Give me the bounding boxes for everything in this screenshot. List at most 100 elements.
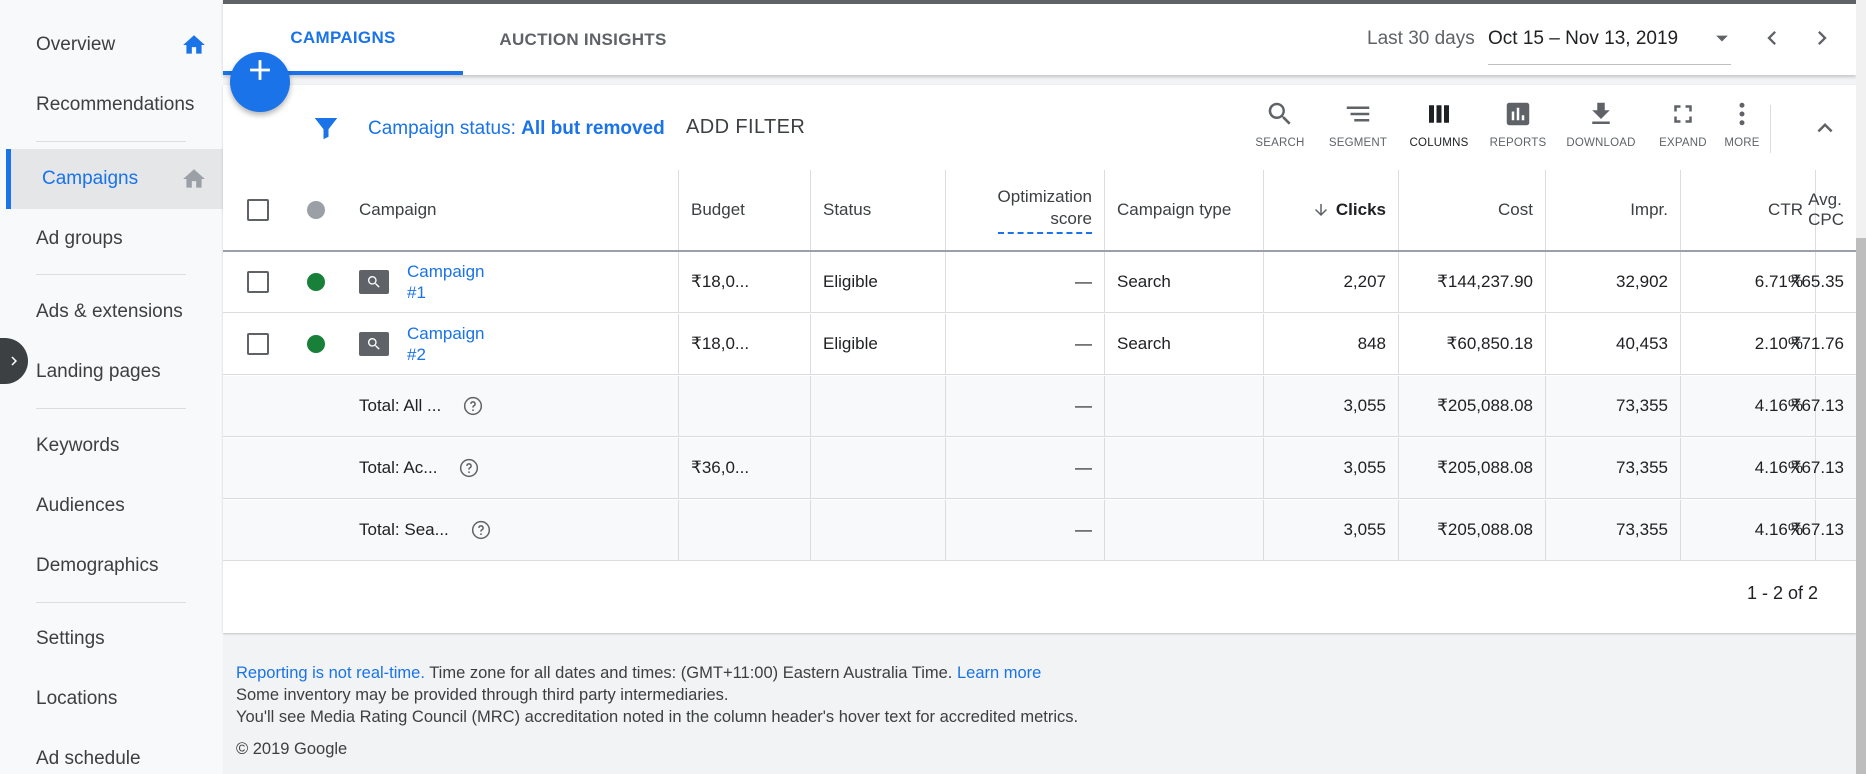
sidebar: Overview Recommendations Campaigns Ad gr…: [0, 0, 223, 774]
download-button[interactable]: DOWNLOAD: [1566, 99, 1636, 165]
dropdown-arrow-icon[interactable]: [1708, 24, 1736, 52]
add-filter-button[interactable]: ADD FILTER: [686, 116, 805, 139]
header-campaign-type[interactable]: Campaign type: [1105, 170, 1264, 250]
select-all-checkbox[interactable]: [247, 199, 269, 221]
sidebar-divider: [36, 408, 186, 409]
date-range-selector[interactable]: Oct 15 – Nov 13, 2019: [1488, 28, 1678, 50]
search-button[interactable]: SEARCH: [1245, 99, 1315, 165]
next-period-icon[interactable]: [1808, 24, 1836, 52]
campaign-name-cell[interactable]: Campaign #1: [339, 252, 679, 312]
campaign-status-filter[interactable]: Campaign status: All but removed: [368, 118, 665, 140]
avg-cpc-cell: ₹65.35: [1790, 272, 1844, 291]
totals-row: Total: Sea... —3,055 ₹205,088.08 73,355 4.16…: [223, 500, 1856, 561]
filter-icon[interactable]: [311, 113, 341, 143]
status-cell: Eligible: [811, 252, 946, 312]
reports-icon: [1506, 102, 1530, 126]
total-impr-cell: 73,355: [1546, 500, 1681, 560]
segment-button[interactable]: SEGMENT: [1323, 99, 1393, 165]
reporting-realtime-link[interactable]: Reporting is not real-time.: [236, 664, 425, 682]
total-clicks-cell: 3,055: [1264, 500, 1399, 560]
inventory-note: Some inventory may be provided through t…: [236, 686, 729, 704]
sidebar-item-landing-pages[interactable]: Landing pages: [6, 342, 223, 402]
sidebar-item-demographics[interactable]: Demographics: [6, 536, 223, 596]
empty-cell: [1105, 438, 1264, 498]
header-status[interactable]: Status: [811, 170, 946, 250]
sidebar-item-recommendations[interactable]: Recommendations: [6, 75, 223, 135]
collapse-chevron-up-icon[interactable]: [1810, 113, 1840, 143]
select-all-cell: [223, 170, 293, 250]
sidebar-item-label: Landing pages: [36, 361, 161, 382]
header-campaign[interactable]: Campaign: [339, 170, 679, 250]
campaign-name-cell[interactable]: Campaign #2: [339, 314, 679, 374]
table-header-row: Campaign Budget Status Optimization scor…: [223, 170, 1856, 252]
plus-icon: [250, 60, 270, 80]
campaign-name-link[interactable]: Campaign #2: [407, 323, 485, 365]
sidebar-item-overview[interactable]: Overview: [6, 15, 223, 75]
header-budget[interactable]: Budget: [679, 170, 811, 250]
header-cost[interactable]: Cost: [1399, 170, 1546, 250]
status-dot-header: [293, 170, 339, 250]
sidebar-item-audiences[interactable]: Audiences: [6, 476, 223, 536]
header-ctr[interactable]: CTR: [1681, 170, 1816, 250]
more-vert-icon: [1739, 102, 1745, 126]
clicks-cell: 848: [1264, 314, 1399, 374]
tool-label: COLUMNS: [1409, 137, 1469, 149]
totals-row: Total: All ... —3,055 ₹205,088.08 73,355 4.1…: [223, 376, 1856, 437]
total-budget-cell: ₹36,0...: [679, 438, 811, 498]
search-campaign-icon: [359, 332, 389, 356]
row-status-cell: [293, 252, 339, 312]
toolbar-divider: [1770, 105, 1771, 153]
reporting-footer: Reporting is not real-time. Time zone fo…: [236, 662, 1078, 728]
previous-period-icon[interactable]: [1758, 24, 1786, 52]
impr-cell: 32,902: [1546, 252, 1681, 312]
mrc-note: You'll see Media Rating Council (MRC) ac…: [236, 708, 1079, 726]
cost-cell: ₹60,850.18: [1399, 314, 1546, 374]
sidebar-item-label: Ads & extensions: [36, 301, 183, 322]
total-budget-cell: [679, 376, 811, 436]
campaign-type-cell: Search: [1105, 252, 1264, 312]
row-checkbox[interactable]: [247, 271, 269, 293]
segment-icon: [1346, 106, 1370, 122]
create-campaign-button[interactable]: [230, 52, 290, 112]
table-row[interactable]: Campaign #1 ₹18,0... Eligible — Search 2,207 ₹1…: [223, 252, 1856, 313]
learn-more-link[interactable]: Learn more: [957, 664, 1041, 682]
help-icon[interactable]: [459, 458, 479, 478]
columns-button[interactable]: COLUMNS: [1404, 99, 1474, 165]
row-status-cell: [293, 314, 339, 374]
avg-cpc-cell: ₹71.76: [1790, 334, 1844, 353]
total-opt-cell: —: [946, 438, 1105, 498]
header-avg-cpc[interactable]: Avg. CPC: [1808, 170, 1856, 250]
scrollbar-thumb[interactable]: [1856, 238, 1866, 774]
reports-button[interactable]: REPORTS: [1483, 99, 1553, 165]
help-icon[interactable]: [471, 520, 491, 540]
sidebar-item-keywords[interactable]: Keywords: [6, 416, 223, 476]
total-avg-cpc-cell: ₹67.13: [1790, 520, 1844, 539]
header-clicks[interactable]: Clicks: [1264, 170, 1399, 250]
sidebar-item-ads-extensions[interactable]: Ads & extensions: [6, 282, 223, 342]
sidebar-item-label: Audiences: [36, 495, 125, 516]
sidebar-item-ad-schedule[interactable]: Ad schedule: [6, 729, 223, 774]
sidebar-item-label: Recommendations: [36, 94, 195, 115]
filter-bar: Campaign status: All but removed ADD FIL…: [223, 85, 1856, 170]
budget-cell: ₹18,0...: [679, 252, 811, 312]
sidebar-item-ad-groups[interactable]: Ad groups: [6, 209, 223, 269]
sidebar-item-locations[interactable]: Locations: [6, 669, 223, 729]
tab-auction-insights[interactable]: AUCTION INSIGHTS: [463, 4, 703, 75]
campaign-name-link[interactable]: Campaign #1: [407, 261, 485, 303]
empty-cell: [223, 500, 293, 560]
status-enabled-dot-icon: [307, 273, 325, 291]
help-icon[interactable]: [463, 396, 483, 416]
sidebar-item-settings[interactable]: Settings: [6, 609, 223, 669]
table-row[interactable]: Campaign #2 ₹18,0... Eligible — Search 848 ₹60,…: [223, 314, 1856, 375]
more-button[interactable]: MORE: [1707, 99, 1777, 165]
total-label: Total: Sea...: [359, 520, 449, 539]
row-checkbox[interactable]: [247, 333, 269, 355]
header-opt-line2: score: [997, 208, 1092, 234]
columns-icon: [1429, 105, 1449, 123]
sidebar-item-campaigns[interactable]: Campaigns: [6, 149, 223, 209]
header-optimization-score[interactable]: Optimization score: [946, 170, 1105, 250]
date-preset-label: Last 30 days: [1367, 28, 1475, 49]
total-label: Total: Ac...: [359, 458, 438, 477]
empty-cell: [223, 376, 293, 436]
header-impr[interactable]: Impr.: [1546, 170, 1681, 250]
